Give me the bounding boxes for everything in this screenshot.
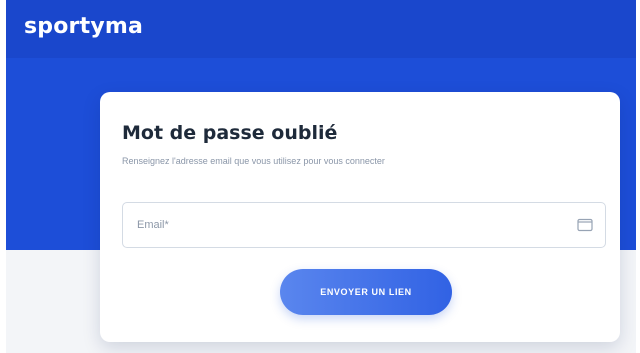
frame-edge-right xyxy=(636,0,640,353)
email-field[interactable]: Email* xyxy=(122,202,606,248)
forgot-password-card: Mot de passe oublié Renseignez l'adresse… xyxy=(100,92,620,342)
page-title: Mot de passe oublié xyxy=(122,122,338,144)
brand-logo[interactable]: sportyma xyxy=(24,14,143,39)
email-placeholder: Email* xyxy=(137,219,169,231)
page-subtitle: Renseignez l'adresse email que vous util… xyxy=(122,156,385,166)
send-link-button[interactable]: ENVOYER UN LIEN xyxy=(280,269,452,315)
frame-edge-left xyxy=(0,0,6,353)
mail-icon xyxy=(577,218,593,232)
